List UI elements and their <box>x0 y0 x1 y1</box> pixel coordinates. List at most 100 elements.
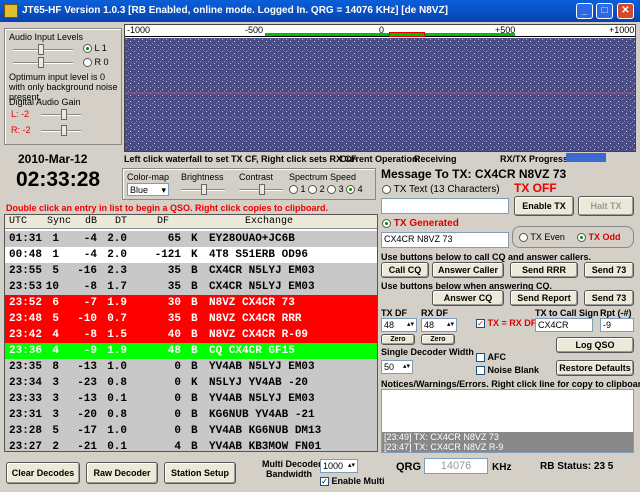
table-row[interactable]: 23:34 3 -23 0.8 0 K N5LYJ YV4AB -20 <box>5 375 377 391</box>
speed-radio-4[interactable] <box>346 185 356 195</box>
table-row[interactable]: 23:42 4 -8 1.5 40 B N8VZ CX4CR R-09 <box>5 327 377 343</box>
speed-radio-1[interactable] <box>289 185 298 195</box>
cell-k: K <box>191 377 198 389</box>
table-row[interactable]: 00:48 1 -4 2.0 -121 K 4T8 S51ERB OD96 <box>5 247 377 263</box>
callsign-label: TX to Call Sign <box>535 308 599 318</box>
title-bar[interactable]: JT65-HF Version 1.0.3 [RB Enabled, onlin… <box>0 0 640 22</box>
waterfall-panel[interactable]: -1000 -500 0 +500 +1000 <box>124 24 636 152</box>
enable-tx-button[interactable]: Enable TX <box>514 196 574 216</box>
table-row[interactable]: 23:28 5 -17 1.0 0 B YV4AB KG6NUB DM13 <box>5 423 377 439</box>
send-73-button[interactable]: Send 73 <box>584 262 634 278</box>
table-row[interactable]: 23:48 5 -10 0.7 35 B N8VZ CX4CR RRR <box>5 311 377 327</box>
noise-blank-checkbox[interactable]: Noise Blank <box>476 365 539 376</box>
close-button[interactable]: ✕ <box>617 3 634 19</box>
table-row[interactable]: 23:33 3 -13 0.1 0 B YV4AB N5LYJ EM03 <box>5 391 377 407</box>
col-db[interactable]: dB <box>85 216 97 227</box>
mdb-spinner[interactable]: 1000 ▴▾ <box>320 459 358 473</box>
cell-db: -4 <box>83 249 97 261</box>
tx-text-input[interactable] <box>381 198 509 214</box>
raw-decoder-button[interactable]: Raw Decoder <box>86 462 158 484</box>
station-setup-button[interactable]: Station Setup <box>164 462 236 484</box>
check-icon: ✓ <box>476 319 485 329</box>
clock-time: 02:33:28 <box>16 168 101 191</box>
clock-date: 2010-Mar-12 <box>18 152 88 166</box>
tx-rx-df-checkbox[interactable]: ✓ TX = RX DF <box>476 318 536 329</box>
audio-r-radio[interactable]: R 0 <box>83 57 109 68</box>
brightness-slider[interactable] <box>181 184 225 195</box>
audio-l-radio[interactable]: L 1 <box>83 43 107 54</box>
table-row[interactable]: 01:31 1 -4 2.0 65 K EY28OUAO+JC6B <box>5 231 377 247</box>
tx-generated-radio[interactable]: TX Generated <box>382 218 459 229</box>
answer-cq-button[interactable]: Answer CQ <box>432 290 504 306</box>
notices-log[interactable]: [23:49] TX: CX4CR N8VZ 73 [23:47] TX: CX… <box>381 389 634 453</box>
log-line[interactable]: [23:49] TX: CX4CR N8VZ 73 <box>382 432 633 442</box>
radio-icon <box>83 44 92 54</box>
col-df[interactable]: DF <box>157 216 169 227</box>
enable-multi-checkbox[interactable]: ✓ Enable Multi <box>320 476 385 487</box>
answer-caller-button[interactable]: Answer Caller <box>432 262 504 278</box>
tx-df-spinner[interactable]: 48 ▴▾ <box>381 318 417 332</box>
frequency-ruler: -1000 -500 0 +500 +1000 <box>125 25 635 37</box>
col-utc[interactable]: UTC <box>9 216 27 227</box>
cell-ex: CX4CR N5LYJ EM03 <box>209 265 315 277</box>
message-text: CX4CR N8VZ 73 <box>474 167 567 181</box>
log-line[interactable]: [23:47] TX: CX4CR N8VZ R-9 <box>382 442 633 452</box>
afc-checkbox[interactable]: AFC <box>476 352 507 363</box>
contrast-label: Contrast <box>239 172 274 182</box>
table-row[interactable]: 23:55 5 -16 2.3 35 B CX4CR N5LYJ EM03 <box>5 263 377 279</box>
decode-instructions: Double click an entry in list to begin a… <box>6 203 329 213</box>
cell-k: B <box>191 329 198 341</box>
cell-dt: 2.3 <box>107 265 127 277</box>
cell-ex: N8VZ CX4CR R-09 <box>209 329 309 341</box>
table-row[interactable]: 23:36 4 -9 1.9 48 B CQ CX4CR GF15 <box>5 343 377 359</box>
table-row[interactable]: 23:52 6 -7 1.9 30 B N8VZ CX4CR 73 <box>5 295 377 311</box>
minimize-button[interactable]: _ <box>576 3 593 19</box>
col-exchange[interactable]: Exchange <box>245 216 293 227</box>
speed-radio-3[interactable] <box>327 185 337 195</box>
col-sync[interactable]: Sync <box>47 216 71 227</box>
waterfall-display[interactable] <box>125 38 635 151</box>
table-row[interactable]: 23:53 10 -8 1.7 35 B CX4CR N5LYJ EM03 <box>5 279 377 295</box>
restore-defaults-button[interactable]: Restore Defaults <box>556 360 634 376</box>
gain-l-slider[interactable] <box>41 109 81 120</box>
callsign-input[interactable]: CX4CR <box>535 318 593 332</box>
qrg-input[interactable]: 14076 <box>424 458 488 474</box>
speed-radio-2[interactable] <box>308 185 318 195</box>
send-73-answer-button[interactable]: Send 73 <box>584 290 634 306</box>
send-rrr-button[interactable]: Send RRR <box>510 262 578 278</box>
call-cq-button[interactable]: Call CQ <box>381 262 429 278</box>
sdw-spinner[interactable]: 50 ▴▾ <box>381 360 413 374</box>
log-qso-button[interactable]: Log QSO <box>556 337 634 353</box>
tx-even-radio[interactable]: TX Even <box>519 232 565 243</box>
colormap-select[interactable]: Blue ▾ <box>127 183 169 196</box>
tx-text-radio[interactable]: TX Text (13 Characters) <box>382 184 500 195</box>
table-row[interactable]: 23:27 2 -21 0.1 4 B YV4AB KB3MOW FN01 <box>5 439 377 451</box>
table-row[interactable]: 23:31 3 -20 0.8 0 B KG6NUB YV4AB -21 <box>5 407 377 423</box>
contrast-slider[interactable] <box>239 184 283 195</box>
rpt-input[interactable]: -9 <box>600 318 634 332</box>
cell-ex: N8VZ CX4CR 73 <box>209 297 295 309</box>
audio-r-slider[interactable] <box>13 57 73 68</box>
cell-df: 0 <box>174 425 181 437</box>
cell-df: 35 <box>167 313 181 325</box>
gain-r-slider[interactable] <box>41 125 81 136</box>
halt-tx-button[interactable]: Halt TX <box>578 196 634 216</box>
mdb-label-1: Multi Decoder <box>262 459 322 469</box>
tx-odd-radio[interactable]: TX Odd <box>577 232 621 243</box>
tx-df-zero-button[interactable]: Zero <box>381 334 415 345</box>
audio-l-slider[interactable] <box>13 44 73 55</box>
table-row[interactable]: 23:35 8 -13 1.0 0 B YV4AB N5LYJ EM03 <box>5 359 377 375</box>
tx-generated-field[interactable]: CX4CR N8VZ 73 <box>381 232 509 248</box>
message-to-tx-label: Message To TX: CX4CR N8VZ 73 <box>381 167 566 181</box>
decode-list[interactable]: UTC Sync dB DT DF Exchange 01:31 1 -4 2.0 65… <box>4 214 378 452</box>
maximize-button[interactable]: □ <box>596 3 613 19</box>
speed-radios[interactable]: 1 2 3 4 <box>289 184 363 195</box>
col-dt[interactable]: DT <box>115 216 127 227</box>
cell-df: 65 <box>167 233 181 245</box>
clear-decodes-button[interactable]: Clear Decodes <box>6 462 80 484</box>
rx-df-spinner[interactable]: 48 ▴▾ <box>421 318 457 332</box>
rx-df-value: 48 <box>424 320 435 330</box>
rx-df-zero-button[interactable]: Zero <box>421 334 455 345</box>
send-report-button[interactable]: Send Report <box>510 290 578 306</box>
afc-label: AFC <box>487 352 507 362</box>
